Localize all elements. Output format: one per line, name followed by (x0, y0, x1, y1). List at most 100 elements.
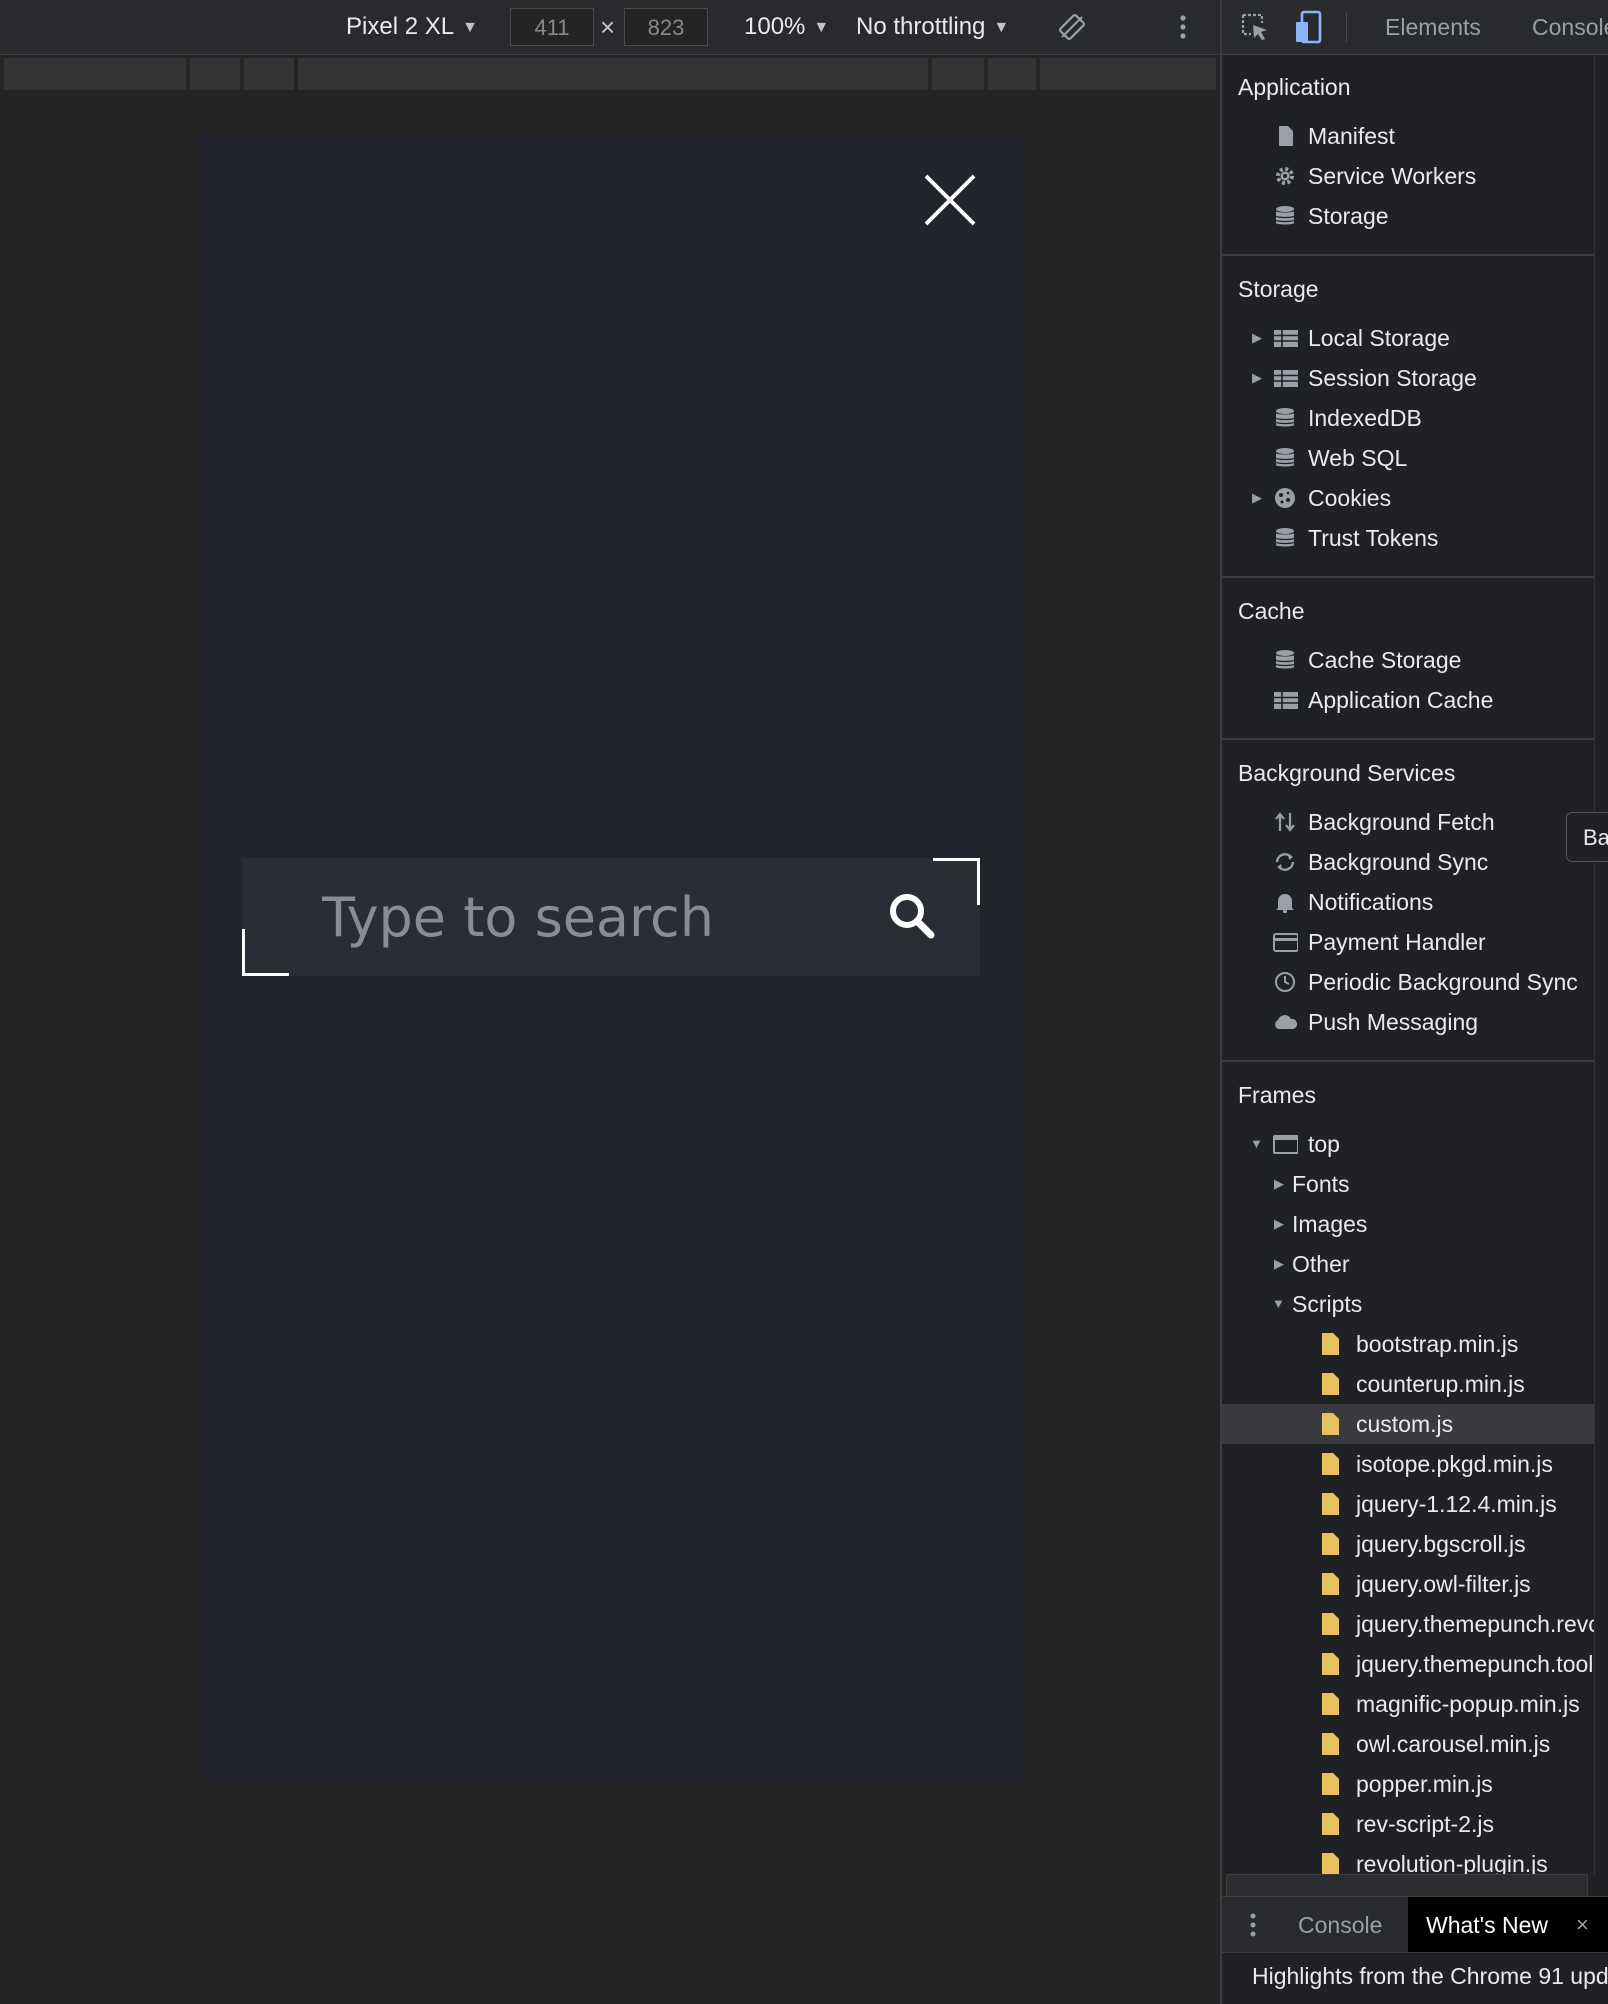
document-icon (1279, 126, 1293, 146)
sidebar-item-images[interactable]: ▶ Images (1222, 1204, 1594, 1244)
close-icon[interactable]: × (1576, 1897, 1589, 1953)
script-item-selected[interactable]: custom.js (1222, 1404, 1594, 1444)
search-input[interactable] (298, 858, 858, 976)
sidebar-item-label: Push Messaging (1308, 1009, 1479, 1035)
expand-arrow-icon[interactable]: ▶ (1252, 318, 1262, 358)
sidebar-item-label: Manifest (1308, 123, 1395, 149)
media-query-bar[interactable] (4, 58, 1216, 90)
zoom-select[interactable]: 100% ▼ (744, 0, 829, 54)
sidebar-item-fonts[interactable]: ▶ Fonts (1222, 1164, 1594, 1204)
sidebar-item-label: Images (1292, 1211, 1368, 1237)
tab-console[interactable]: Console (1532, 0, 1608, 54)
sidebar-item-local-storage[interactable]: ▶ Local Storage (1222, 318, 1594, 358)
expand-arrow-icon[interactable]: ▶ (1274, 1204, 1284, 1244)
sidebar-item-web-sql[interactable]: Web SQL (1222, 438, 1594, 478)
drawer-tab-whats-new[interactable]: What's New × (1408, 1897, 1608, 1953)
script-label: isotope.pkgd.min.js (1356, 1451, 1553, 1477)
up-down-arrows-icon (1275, 812, 1295, 832)
script-item[interactable]: popper.min.js (1222, 1764, 1594, 1804)
sidebar-item-background-fetch[interactable]: Background Fetch (1222, 802, 1594, 842)
drawer-tabbar: Console What's New × (1222, 1896, 1608, 1953)
sidebar-item-service-workers[interactable]: Service Workers (1222, 156, 1594, 196)
script-label: jquery.bgscroll.js (1356, 1531, 1526, 1557)
more-options-icon[interactable] (1176, 13, 1190, 41)
sync-icon (1275, 853, 1295, 871)
inspect-element-icon[interactable] (1240, 12, 1270, 42)
script-item[interactable]: rev-script-2.js (1222, 1804, 1594, 1844)
sidebar-item-label: Application Cache (1308, 687, 1494, 713)
sidebar-item-storage[interactable]: Storage (1222, 196, 1594, 236)
table-icon (1274, 692, 1298, 709)
sidebar-item-cache-storage[interactable]: Cache Storage (1222, 640, 1594, 680)
throttling-select[interactable]: No throttling ▼ (856, 0, 1009, 54)
script-label: owl.carousel.min.js (1356, 1731, 1551, 1757)
table-icon (1274, 370, 1298, 387)
sidebar-item-frame-top[interactable]: ▼ top (1222, 1124, 1594, 1164)
script-label: jquery-1.12.4.min.js (1356, 1491, 1557, 1517)
script-item[interactable]: isotope.pkgd.min.js (1222, 1444, 1594, 1484)
sidebar-item-label: IndexedDB (1308, 405, 1422, 431)
credit-card-icon (1273, 933, 1298, 952)
script-label: revolution-plugin.js (1356, 1851, 1548, 1876)
script-item[interactable]: jquery.themepunch.tools.min.js (1222, 1644, 1594, 1684)
width-input[interactable]: 411 (510, 8, 594, 46)
sidebar-item-label: Periodic Background Sync (1308, 969, 1578, 995)
sidebar-item-label: Payment Handler (1308, 929, 1486, 955)
file-icon (1322, 1733, 1339, 1755)
sidebar-item-scripts[interactable]: ▼ Scripts (1222, 1284, 1594, 1324)
script-label: counterup.min.js (1356, 1371, 1525, 1397)
collapse-arrow-icon[interactable]: ▼ (1272, 1284, 1285, 1324)
height-input[interactable]: 823 (624, 8, 708, 46)
sidebar-item-push-messaging[interactable]: Push Messaging (1222, 1002, 1594, 1042)
file-icon (1322, 1413, 1339, 1435)
file-icon (1322, 1453, 1339, 1475)
script-label: jquery.owl-filter.js (1356, 1571, 1531, 1597)
horizontal-scrollbar[interactable] (1226, 1874, 1588, 1898)
sidebar-item-payment-handler[interactable]: Payment Handler (1222, 922, 1594, 962)
sidebar-item-session-storage[interactable]: ▶ Session Storage (1222, 358, 1594, 398)
sidebar-item-background-sync[interactable]: Background Sync (1222, 842, 1594, 882)
section-title-background-services: Background Services (1238, 760, 1456, 786)
device-toggle-icon[interactable] (1294, 10, 1324, 44)
script-item[interactable]: jquery.bgscroll.js (1222, 1524, 1594, 1564)
script-item[interactable]: owl.carousel.min.js (1222, 1724, 1594, 1764)
drawer-tab-label: What's New (1426, 1912, 1548, 1938)
script-item[interactable]: jquery.themepunch.revolution.min.js (1222, 1604, 1594, 1644)
tab-elements[interactable]: Elements (1385, 0, 1481, 54)
script-item[interactable]: magnific-popup.min.js (1222, 1684, 1594, 1724)
sidebar-item-indexeddb[interactable]: IndexedDB (1222, 398, 1594, 438)
script-item[interactable]: counterup.min.js (1222, 1364, 1594, 1404)
drawer-tab-console[interactable]: Console (1298, 1897, 1382, 1953)
expand-arrow-icon[interactable]: ▶ (1274, 1244, 1284, 1284)
script-item[interactable]: revolution-plugin.js (1222, 1844, 1594, 1876)
expand-arrow-icon[interactable]: ▶ (1252, 358, 1262, 398)
rotate-icon[interactable] (1058, 13, 1086, 41)
sidebar-item-manifest[interactable]: Manifest (1222, 116, 1594, 156)
expand-arrow-icon[interactable]: ▶ (1274, 1164, 1284, 1204)
sidebar-item-trust-tokens[interactable]: Trust Tokens (1222, 518, 1594, 558)
devtools-tabbar: Elements Console (1222, 0, 1608, 55)
script-item[interactable]: jquery.owl-filter.js (1222, 1564, 1594, 1604)
search-icon[interactable] (886, 890, 938, 942)
device-select[interactable]: Pixel 2 XL ▼ (346, 0, 478, 54)
corner-decoration (933, 858, 980, 905)
sidebar-item-label: Scripts (1292, 1291, 1363, 1317)
expand-arrow-icon[interactable]: ▶ (1252, 478, 1262, 518)
drawer-menu-icon[interactable] (1248, 1911, 1258, 1939)
sidebar-item-other[interactable]: ▶ Other (1222, 1244, 1594, 1284)
sidebar-item-cookies[interactable]: ▶ Cookies (1222, 478, 1594, 518)
times-glyph: × (600, 12, 616, 42)
tooltip-fragment: Ba (1566, 812, 1608, 862)
sidebar-item-notifications[interactable]: Notifications (1222, 882, 1594, 922)
clock-icon (1275, 972, 1295, 992)
device-viewport-area: Pixel 2 XL ▼ 411 × 823 100% ▼ No throttlin… (0, 0, 1220, 2004)
collapse-arrow-icon[interactable]: ▼ (1250, 1124, 1263, 1164)
script-item[interactable]: jquery-1.12.4.min.js (1222, 1484, 1594, 1524)
database-icon (1275, 650, 1295, 669)
close-icon[interactable] (922, 172, 978, 228)
database-icon (1275, 408, 1295, 427)
sidebar-item-periodic-background-sync[interactable]: Periodic Background Sync (1222, 962, 1594, 1002)
sidebar-item-application-cache[interactable]: Application Cache (1222, 680, 1594, 720)
vertical-scrollbar[interactable] (1594, 56, 1608, 1876)
script-item[interactable]: bootstrap.min.js (1222, 1324, 1594, 1364)
